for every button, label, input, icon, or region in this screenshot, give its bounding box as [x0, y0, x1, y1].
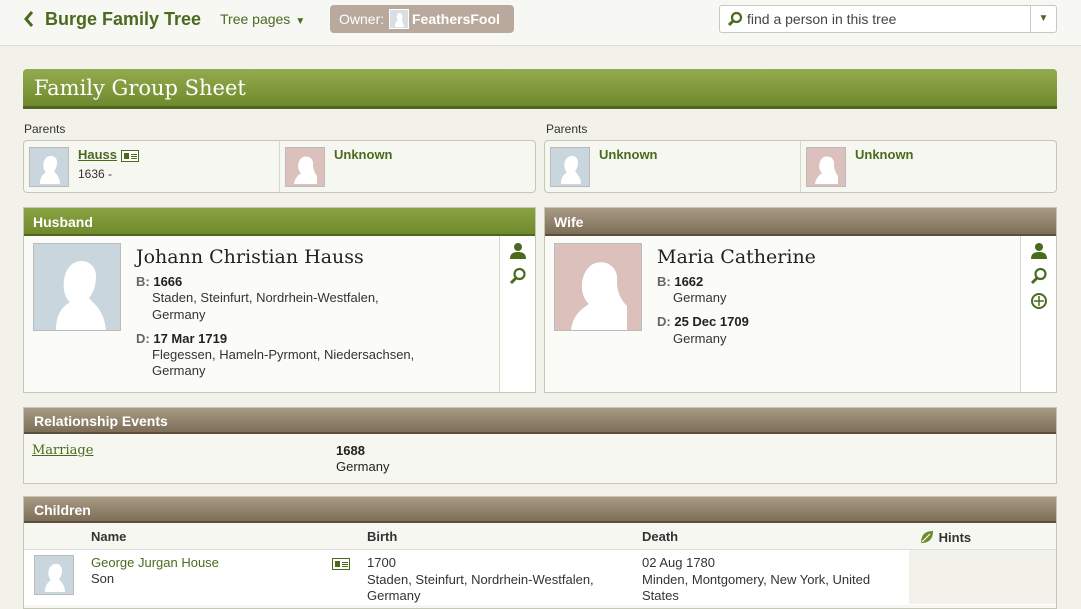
child-death-place-2: States	[642, 588, 679, 603]
death-place-line-1: Flegessen, Hameln-Pyrmont, Niedersachsen…	[152, 347, 415, 362]
top-bar: Burge Family Tree Tree pages ▼ Owner: Fea…	[0, 0, 1081, 46]
marriage-event-link[interactable]: Marriage	[32, 443, 93, 458]
husband-parents-label: Parents	[24, 122, 66, 136]
wife-mother-name[interactable]: Unknown	[855, 147, 914, 162]
wife-parents-label: Parents	[546, 122, 588, 136]
death-place-line-2: Germany	[152, 363, 206, 378]
tree-pages-label: Tree pages	[220, 11, 291, 27]
husband-birth: B: 1666	[136, 274, 182, 289]
birth-place-line-1: Staden, Steinfurt, Nordrhein-Westfalen,	[152, 290, 379, 305]
caret-down-icon: ▼	[295, 16, 306, 27]
child-birth-date: 1700	[367, 555, 396, 570]
child-birth-place-2: Germany	[367, 588, 421, 603]
husband-death: D: 17 Mar 1719	[136, 331, 227, 346]
search-records-icon[interactable]	[1030, 267, 1048, 288]
column-hints: Hints	[919, 529, 971, 545]
children-section: Children Name Birth Death Hints George J…	[23, 496, 1057, 609]
husband-panel-header: Husband	[24, 208, 535, 236]
person-profile-icon[interactable]	[509, 242, 527, 263]
marriage-date: 1688	[336, 443, 365, 458]
death-place: Germany	[673, 331, 727, 346]
search-icon	[727, 11, 743, 30]
wife-birth: B: 1662	[657, 274, 703, 289]
owner-avatar	[389, 9, 409, 29]
husband-mother[interactable]: Unknown	[280, 141, 536, 192]
search-records-icon[interactable]	[509, 267, 527, 288]
husband-action-icons	[499, 236, 535, 392]
table-row: George Jurgan House Son 1700 Staden, Ste…	[24, 549, 1056, 605]
search-input[interactable]	[747, 10, 1027, 28]
family-group-sheet-header: Family Group Sheet	[23, 69, 1057, 109]
child-relation: Son	[91, 571, 115, 586]
birth-date: 1662	[674, 274, 704, 289]
wife-parents-box: Unknown Unknown	[544, 140, 1057, 193]
female-silhouette-icon	[806, 147, 846, 187]
husband-parents-box: Hauss 1636 - Unknown	[23, 140, 536, 193]
hints-label: Hints	[938, 530, 972, 545]
back-chevron-icon[interactable]	[22, 9, 36, 29]
profile-card-icon[interactable]	[332, 558, 350, 570]
child-silhouette-icon[interactable]	[34, 555, 74, 595]
male-silhouette-icon	[29, 147, 69, 187]
birth-place: Germany	[673, 290, 727, 305]
person-search: ▼	[719, 5, 1057, 33]
husband-panel: Husband Johann Christian Hauss B: 1666 S…	[23, 207, 536, 393]
search-dropdown-icon[interactable]: ▼	[1030, 6, 1056, 32]
birth-date: 1666	[153, 274, 183, 289]
wife-photo-placeholder[interactable]	[554, 243, 642, 331]
mother-name[interactable]: Unknown	[334, 147, 393, 162]
father-name-link[interactable]: Hauss	[78, 147, 117, 162]
profile-card-icon[interactable]	[121, 150, 139, 162]
husband-name[interactable]: Johann Christian Hauss	[136, 246, 364, 268]
child-birth-cell: 1700 Staden, Steinfurt, Nordrhein-Westfa…	[367, 555, 594, 605]
person-profile-icon[interactable]	[1030, 242, 1048, 263]
column-birth: Birth	[367, 529, 398, 544]
owner-label: Owner:	[339, 11, 385, 27]
wife-panel: Wife Maria Catherine B: 1662 Germany D: …	[544, 207, 1057, 393]
wife-name[interactable]: Maria Catherine	[657, 246, 816, 268]
child-name-link[interactable]: George Jurgan House	[91, 555, 219, 570]
owner-name: FeathersFool	[412, 11, 500, 27]
child-death-cell: 02 Aug 1780 Minden, Montgomery, New York…	[642, 555, 870, 605]
birth-label: B:	[657, 274, 671, 289]
birth-place-line-2: Germany	[152, 307, 206, 322]
relationship-events-section: Relationship Events Marriage 1688 German…	[23, 407, 1057, 484]
wife-action-icons	[1020, 236, 1056, 392]
wife-father-name[interactable]: Unknown	[599, 147, 658, 162]
page-title: Family Group Sheet	[34, 76, 246, 100]
husband-father[interactable]: Hauss 1636 -	[24, 141, 279, 192]
children-header: Children	[24, 497, 1056, 523]
relationship-events-header: Relationship Events	[24, 408, 1056, 434]
death-label: D:	[136, 331, 150, 346]
column-death: Death	[642, 529, 679, 544]
female-silhouette-icon	[285, 147, 325, 187]
wife-death: D: 25 Dec 1709	[657, 314, 749, 329]
column-name: Name	[91, 529, 127, 544]
male-silhouette-icon	[550, 147, 590, 187]
father-dates: 1636 -	[78, 167, 113, 181]
husband-photo-placeholder[interactable]	[33, 243, 121, 331]
tree-pages-menu[interactable]: Tree pages ▼	[220, 11, 305, 27]
child-death-date: 02 Aug 1780	[642, 555, 716, 570]
wife-panel-header: Wife	[545, 208, 1056, 236]
child-birth-place-1: Staden, Steinfurt, Nordrhein-Westfalen,	[367, 571, 594, 587]
birth-label: B:	[136, 274, 150, 289]
wife-mother[interactable]: Unknown	[801, 141, 1057, 192]
wife-father[interactable]: Unknown	[545, 141, 800, 192]
owner-button[interactable]: Owner: FeathersFool	[330, 5, 514, 33]
child-death-place-1: Minden, Montgomery, New York, United	[642, 571, 871, 587]
death-label: D:	[657, 314, 671, 329]
marriage-place: Germany	[336, 459, 390, 474]
tree-title[interactable]: Burge Family Tree	[45, 9, 201, 30]
child-hints-cell	[909, 550, 1056, 604]
death-date: 25 Dec 1709	[674, 314, 749, 329]
leaf-hint-icon	[921, 531, 933, 543]
map-compass-icon[interactable]	[1030, 292, 1048, 313]
main-content: Family Group Sheet Parents Hauss 1636 - …	[0, 47, 1081, 609]
death-date: 17 Mar 1719	[153, 331, 228, 346]
